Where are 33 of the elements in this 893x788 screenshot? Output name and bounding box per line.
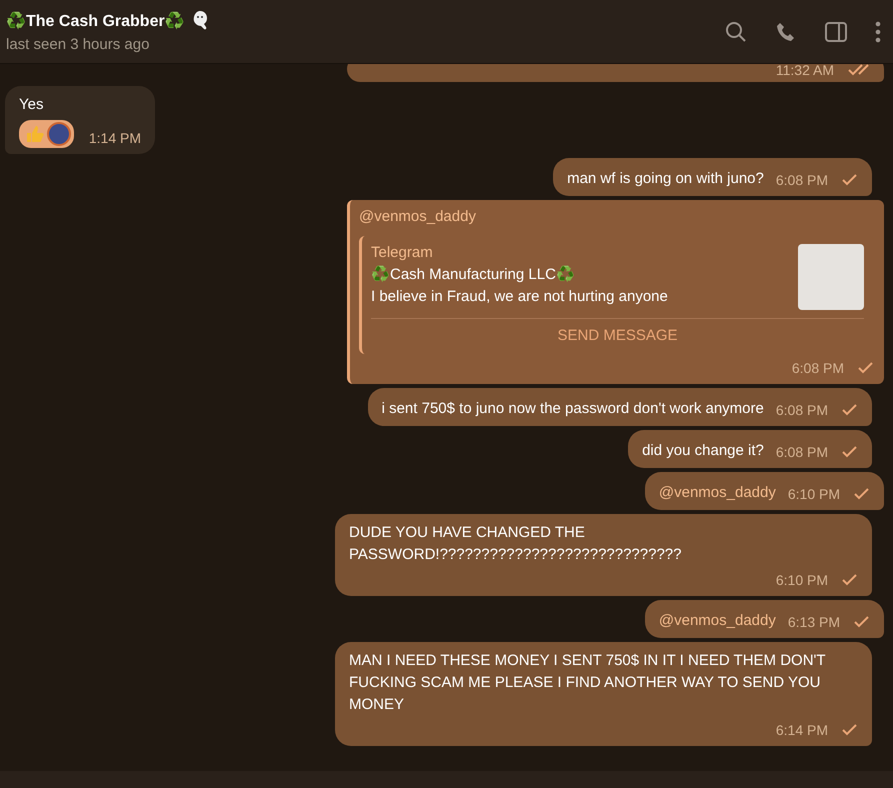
phone-icon[interactable] bbox=[775, 20, 797, 42]
message-text: MAN I NEED THESE MONEY I SENT 750$ IN IT I NEED THEM DON'T FUCKING SCAM ME PLEASE I FIND ANOTHER WAY TO SEND YOU MONEY bbox=[349, 651, 826, 715]
last-seen-status: last seen 3 hours ago bbox=[6, 36, 150, 53]
search-icon[interactable] bbox=[725, 20, 747, 42]
message-text: Yes bbox=[19, 95, 44, 115]
preview-site-name: Telegram bbox=[371, 243, 434, 263]
message-text: man wf is going on with juno? bbox=[567, 169, 764, 189]
message-time: 6:10 PM bbox=[788, 485, 840, 504]
message-text: i sent 750$ to juno now the password don't work anymore bbox=[382, 399, 764, 419]
reaction-chip[interactable] bbox=[19, 120, 74, 148]
preview-title: ♻Cash Manufacturing LLC♻ bbox=[371, 264, 576, 285]
mention-link[interactable]: @venmos_daddy bbox=[658, 610, 776, 632]
message-time: 6:08 PM bbox=[776, 443, 828, 462]
message-text: did you change it? bbox=[642, 441, 764, 461]
message-time: 6:13 PM bbox=[788, 613, 840, 632]
avatar-circle bbox=[47, 122, 71, 146]
message-time: 6:10 PM bbox=[776, 571, 828, 590]
preview-description: I believe in Fraud, we are not hurting anyone bbox=[371, 287, 668, 307]
more-options-icon[interactable] bbox=[875, 20, 881, 42]
message-time: 6:14 PM bbox=[776, 721, 828, 740]
sidebar-toggle-icon[interactable] bbox=[825, 22, 847, 42]
message-time: 1:14 PM bbox=[88, 129, 141, 148]
thumbs-up-icon bbox=[25, 125, 45, 143]
photo-placeholder bbox=[798, 244, 864, 310]
chat-title[interactable]: ♻The Cash Grabber♻ bbox=[6, 11, 185, 31]
mention-link[interactable]: @venmos_daddy bbox=[359, 206, 874, 228]
message-time: 6:08 PM bbox=[776, 171, 828, 190]
message-text: DUDE YOU HAVE CHANGED THE PASSWORD!????????????????????????????? bbox=[349, 523, 682, 565]
send-message-button[interactable]: SEND MESSAGE bbox=[371, 319, 864, 348]
message-time: 6:08 PM bbox=[776, 401, 828, 420]
mention-link[interactable]: @venmos_daddy bbox=[658, 482, 776, 504]
message-time: 6:08 PM bbox=[792, 359, 844, 378]
message-time: 11:32 AM bbox=[776, 61, 834, 80]
